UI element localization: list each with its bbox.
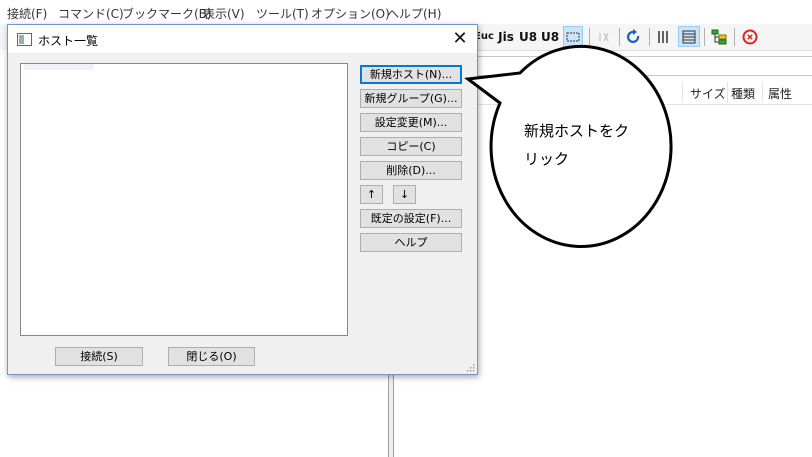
- callout-bubble: [464, 44, 673, 248]
- callout-text-line1: 新規ホストをク: [524, 122, 630, 140]
- callout-text-line2: リック: [524, 150, 570, 168]
